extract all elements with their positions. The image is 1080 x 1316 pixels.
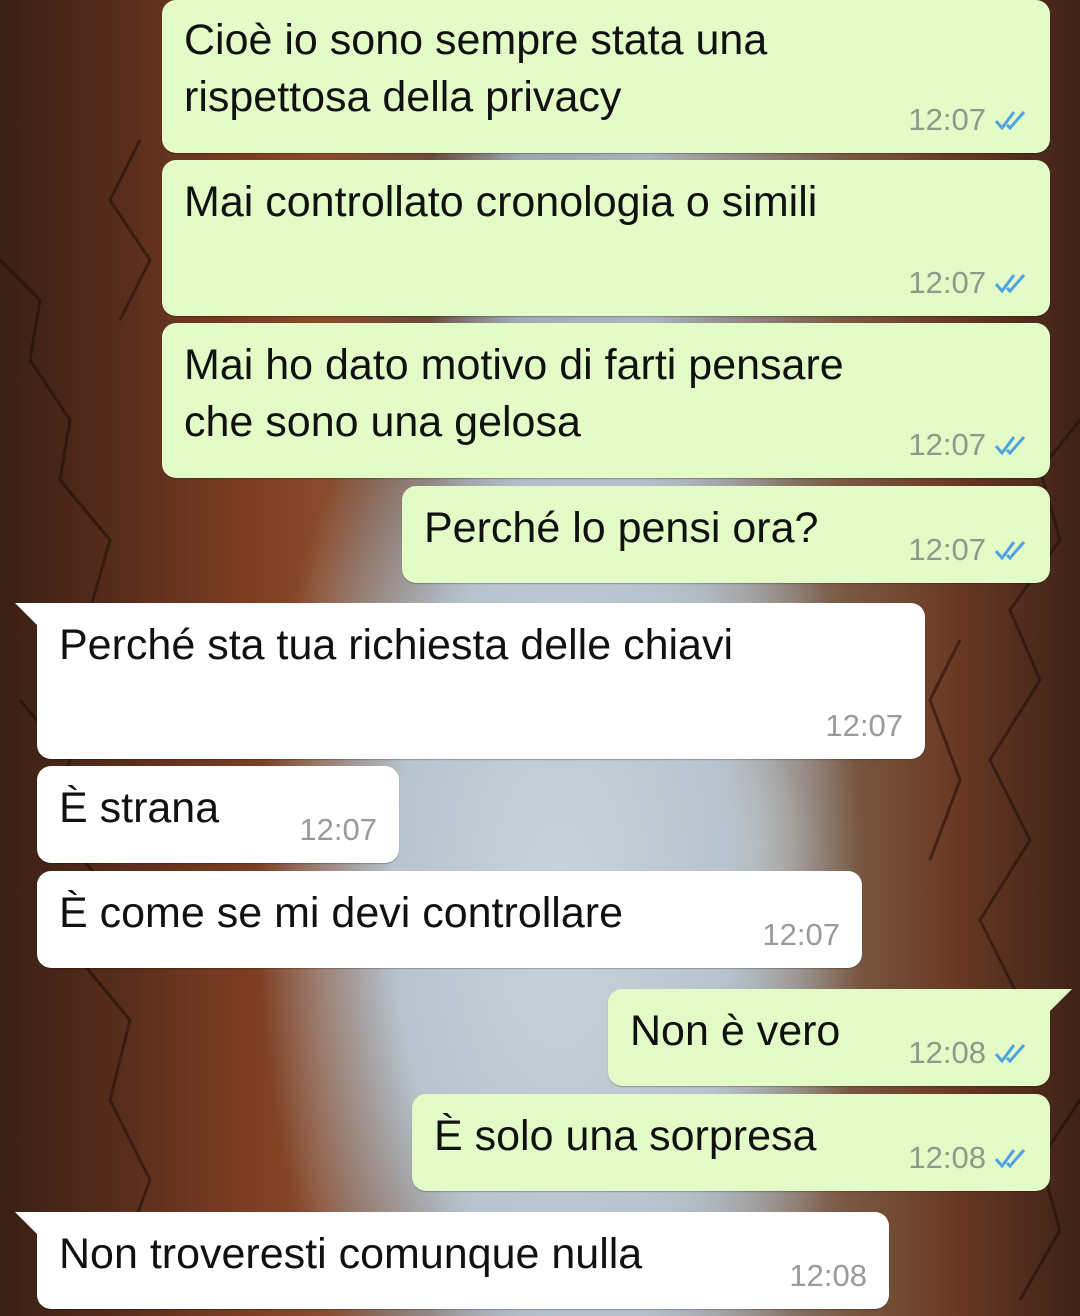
message-meta: 12:07	[908, 266, 1028, 300]
message-time: 12:07	[908, 102, 986, 137]
read-double-check-icon	[994, 541, 1026, 561]
message-text: Mai ho dato motivo di farti pensare che …	[184, 341, 844, 446]
message-bubble-outgoing[interactable]: Mai ho dato motivo di farti pensare che …	[162, 323, 1050, 478]
message-meta: 12:08	[789, 1259, 867, 1293]
message-text: È come se mi devi controllare	[59, 889, 623, 937]
message-bubble-outgoing[interactable]: Cioè io sono sempre stata una rispettosa…	[162, 0, 1050, 153]
message-meta: 12:08	[908, 1141, 1028, 1175]
message-time: 12:07	[908, 532, 986, 567]
message-time: 12:07	[908, 427, 986, 462]
message-meta: 12:07	[908, 428, 1028, 462]
message-time: 12:08	[908, 1035, 986, 1070]
message-meta: 12:08	[908, 1036, 1028, 1070]
read-double-check-icon	[994, 1044, 1026, 1064]
message-bubble-incoming[interactable]: Perché sta tua richiesta delle chiavi 12…	[15, 603, 925, 759]
message-time: 12:07	[299, 812, 377, 847]
message-bubble-incoming[interactable]: Non troveresti comunque nulla 12:08	[15, 1212, 889, 1309]
read-double-check-icon	[994, 436, 1026, 456]
read-double-check-icon	[994, 1149, 1026, 1169]
message-time: 12:08	[789, 1258, 867, 1293]
message-bubble-outgoing[interactable]: Mai controllato cronologia o simili 12:0…	[162, 160, 1050, 316]
message-time: 12:08	[908, 1140, 986, 1175]
message-time: 12:07	[908, 265, 986, 300]
message-bubble-outgoing[interactable]: Non è vero 12:08	[608, 989, 1072, 1086]
message-time: 12:07	[762, 917, 840, 952]
bubble-tail	[15, 603, 37, 625]
message-text: Cioè io sono sempre stata una rispettosa…	[184, 16, 768, 121]
message-meta: 12:07	[762, 918, 840, 952]
message-text: Non troveresti comunque nulla	[59, 1230, 643, 1278]
message-text: Mai controllato cronologia o simili	[184, 178, 818, 226]
bubble-tail	[15, 1212, 37, 1234]
message-text: Perché sta tua richiesta delle chiavi	[59, 621, 734, 669]
message-meta: 12:07	[299, 813, 377, 847]
read-double-check-icon	[994, 111, 1026, 131]
message-meta: 12:07	[908, 103, 1028, 137]
message-meta: 12:07	[908, 533, 1028, 567]
read-double-check-icon	[994, 274, 1026, 294]
message-bubble-incoming[interactable]: È strana 12:07	[37, 766, 399, 863]
message-bubble-outgoing[interactable]: Perché lo pensi ora? 12:07	[402, 486, 1050, 583]
message-meta: 12:07	[825, 709, 903, 743]
message-bubble-outgoing[interactable]: È solo una sorpresa 12:08	[412, 1094, 1050, 1191]
message-bubble-incoming[interactable]: È come se mi devi controllare 12:07	[37, 871, 862, 968]
message-time: 12:07	[825, 708, 903, 743]
bubble-tail	[1050, 989, 1072, 1011]
